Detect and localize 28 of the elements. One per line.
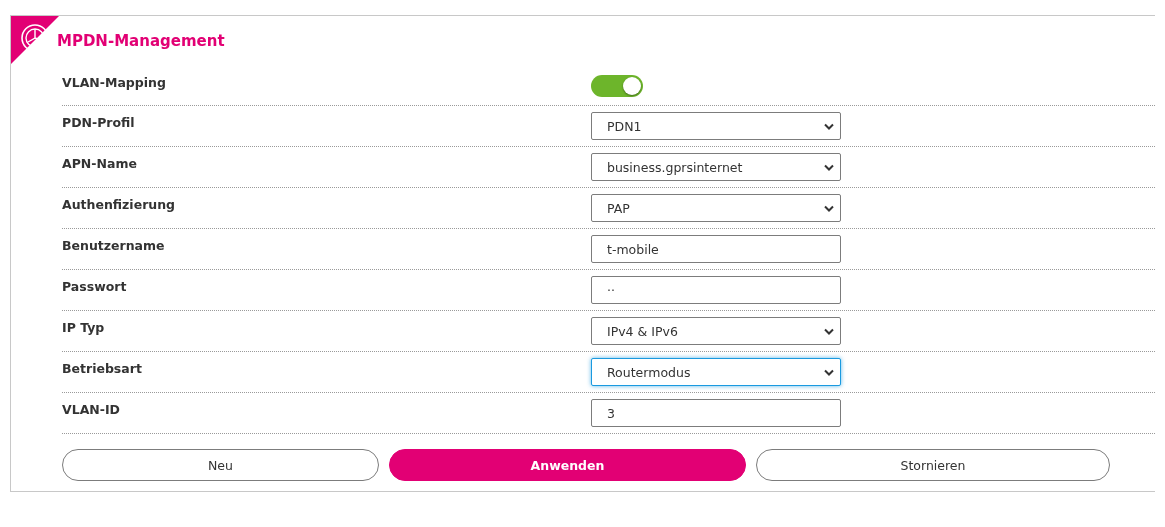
select-field[interactable]: business.gprsinternet <box>591 153 841 181</box>
field-label: Benutzername <box>62 237 166 253</box>
apply-button[interactable]: Anwenden <box>389 449 746 481</box>
action-button[interactable]: Neu <box>62 449 379 481</box>
select-field[interactable]: IPv4 & IPv6 <box>591 317 841 345</box>
input-field[interactable]: ·· <box>591 276 841 304</box>
chevron-down-icon <box>824 163 834 171</box>
chevron-down-icon <box>824 204 834 212</box>
action-button[interactable]: Stornieren <box>756 449 1110 481</box>
field-label: IP Typ <box>62 319 106 335</box>
chevron-down-icon <box>824 122 834 130</box>
field-label: Authenfizierung <box>62 196 177 212</box>
select-field[interactable]: PDN1 <box>591 112 841 140</box>
panel-title: MPDN-Management <box>57 32 225 50</box>
field-label: Betriebsart <box>62 360 143 376</box>
corner-ribbon <box>11 16 59 64</box>
chevron-down-icon <box>824 327 834 335</box>
field-label: PDN-Profil <box>62 114 136 130</box>
select-field[interactable]: PAP <box>591 194 841 222</box>
field-label: VLAN-ID <box>62 401 121 417</box>
toggle-switch[interactable] <box>591 74 643 97</box>
input-field[interactable]: t-mobile <box>591 235 841 263</box>
input-field[interactable]: 3 <box>591 399 841 427</box>
chevron-down-icon <box>824 368 834 376</box>
field-label: Passwort <box>62 278 128 294</box>
field-label: VLAN-Mapping <box>62 74 167 90</box>
select-field[interactable]: Routermodus <box>591 358 841 386</box>
field-label: APN-Name <box>62 155 138 171</box>
